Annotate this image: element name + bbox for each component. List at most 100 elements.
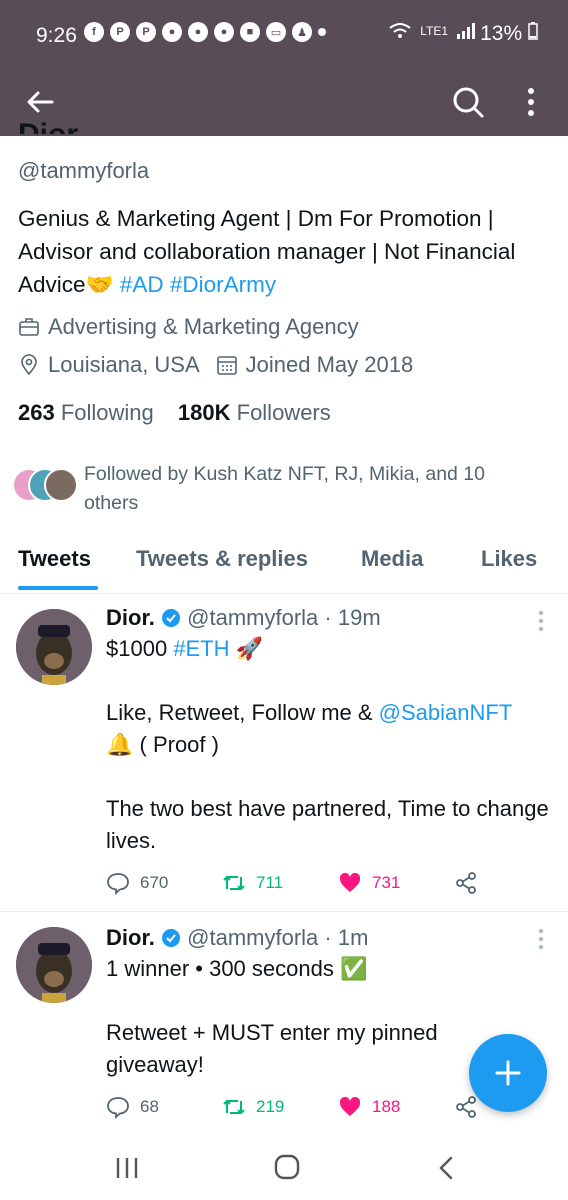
tab-likes[interactable]: Likes	[481, 546, 537, 572]
tweet-line: Retweet + MUST enter my pinned giveaway!	[106, 1020, 438, 1077]
profile-bio: Genius & Marketing Agent | Dm For Promot…	[18, 202, 538, 301]
app-icon: ♟	[292, 22, 312, 42]
hashtag-diorarmy[interactable]: #DiorArmy	[170, 272, 276, 297]
battery-percent: 13%	[480, 22, 523, 45]
profile-name-text: Dior.	[18, 122, 85, 134]
battery-level: 13%	[480, 22, 538, 46]
retweet-icon	[223, 876, 245, 890]
retweet-count: 219	[256, 1097, 285, 1116]
recent-apps-icon[interactable]	[114, 1156, 140, 1180]
compose-tweet-button[interactable]	[469, 1034, 547, 1112]
like-button[interactable]: 731	[338, 871, 454, 895]
app-icon: ●	[188, 22, 208, 42]
like-count: 731	[372, 873, 401, 892]
like-button[interactable]: 188	[338, 1095, 454, 1119]
tweet-more-icon[interactable]	[534, 927, 548, 951]
status-time: 9:26	[36, 24, 77, 47]
hashtag-eth[interactable]: #ETH	[173, 636, 229, 661]
author-handle[interactable]: @tammyforla	[187, 925, 318, 950]
hashtag-ad[interactable]: #AD	[120, 272, 164, 297]
playstation-icon: P	[136, 22, 156, 42]
share-icon	[456, 872, 476, 894]
like-count: 188	[372, 1097, 401, 1116]
following-link[interactable]: 263 Following	[18, 400, 154, 425]
reply-icon	[107, 873, 129, 895]
tweet-actions: 670 711 731	[106, 871, 568, 895]
verified-badge-icon	[162, 929, 181, 947]
author-name[interactable]: Dior.	[106, 605, 155, 630]
calendar-icon	[216, 356, 237, 375]
app-icon: ■	[240, 22, 260, 42]
followers-count: 180K	[177, 400, 231, 425]
tab-tweets[interactable]: Tweets	[18, 546, 91, 572]
notification-icons: f P P ● ● ● ■ ▭ ♟ ​	[84, 22, 326, 42]
profile-location-joined: Louisiana, USA Joined May 2018	[18, 352, 413, 378]
joined-text: Joined May 2018	[245, 352, 414, 377]
rocket-emoji: 🚀	[235, 636, 264, 661]
category-text: Advertising & Marketing Agency	[48, 314, 359, 339]
active-tab-indicator	[18, 586, 98, 590]
followed-by-text: Followed by Kush Katz NFT, RJ, Mikia, an…	[84, 463, 485, 514]
heart-icon	[339, 872, 361, 892]
tweet-header: Dior. @tammyforla · 1m	[106, 925, 368, 951]
tweet-text-part: $1000	[106, 636, 168, 661]
status-bar: 9:26 f P P ● ● ● ■ ▭ ♟ ​ LTE1 13%	[0, 0, 568, 72]
home-icon[interactable]	[274, 1154, 300, 1180]
tweet-time: · 1m	[324, 925, 369, 950]
share-icon	[456, 1096, 476, 1118]
reply-button[interactable]: 670	[106, 871, 222, 895]
handshake-emoji: 🤝	[85, 272, 114, 297]
followed-by-row[interactable]: Followed by Kush Katz NFT, RJ, Mikia, an…	[12, 460, 524, 518]
location-pin-icon	[21, 354, 37, 376]
reply-button[interactable]: 68	[106, 1095, 222, 1119]
app-icon: ●	[214, 22, 234, 42]
tab-tweets-replies[interactable]: Tweets & replies	[136, 546, 308, 572]
followers-label: Followers	[236, 400, 331, 425]
heart-icon	[339, 1096, 361, 1116]
briefcase-icon	[19, 318, 39, 336]
profile-category: Advertising & Marketing Agency	[18, 314, 359, 340]
app-icon: ●	[162, 22, 182, 42]
mention-sabiannft[interactable]: @SabianNFT	[379, 700, 513, 725]
dot-icon: ​	[318, 28, 326, 36]
facebook-icon: f	[84, 22, 104, 42]
back-arrow-icon[interactable]	[24, 86, 56, 118]
profile-tabs: Tweets Tweets & replies Media Likes	[0, 536, 568, 594]
signal-icon	[457, 23, 475, 39]
follow-counts: 263 Following 180K Followers	[18, 400, 331, 426]
author-handle[interactable]: @tammyforla	[187, 605, 318, 630]
location-text: Louisiana, USA	[48, 352, 200, 377]
nav-back-icon[interactable]	[436, 1156, 456, 1180]
tab-media[interactable]: Media	[361, 546, 423, 572]
tweet-line: 🔔 ( Proof )	[106, 732, 219, 757]
network-label: LTE1	[420, 24, 448, 38]
retweet-button[interactable]: 219	[222, 1095, 338, 1119]
avatar[interactable]	[16, 609, 92, 685]
following-count: 263	[18, 400, 55, 425]
signal-indicators: LTE1	[388, 22, 476, 40]
tweet-line: $1000 #ETH 🚀	[106, 633, 556, 665]
battery-icon	[528, 22, 538, 40]
tweet-header: Dior. @tammyforla · 19m	[106, 605, 381, 631]
share-button[interactable]	[454, 871, 568, 895]
reply-icon	[107, 1097, 129, 1119]
tweet-more-icon[interactable]	[534, 609, 548, 633]
profile-name: Dior.	[18, 122, 548, 134]
tweet-text: $1000 #ETH 🚀 Like, Retweet, Follow me & …	[106, 633, 556, 857]
profile-handle: @tammyforla	[18, 158, 150, 183]
tweet[interactable]: Dior. @tammyforla · 19m $1000 #ETH 🚀 Lik…	[0, 595, 568, 912]
more-options-icon[interactable]	[516, 84, 546, 120]
follower-avatars	[12, 468, 78, 508]
plus-icon	[495, 1060, 521, 1086]
retweet-icon	[223, 1100, 245, 1114]
following-label: Following	[60, 400, 154, 425]
avatar	[44, 468, 78, 502]
author-name[interactable]: Dior.	[106, 925, 155, 950]
followers-link[interactable]: 180K Followers	[178, 400, 331, 425]
retweet-button[interactable]: 711	[222, 871, 338, 895]
avatar[interactable]	[16, 927, 92, 1003]
reply-count: 670	[140, 873, 169, 892]
reply-count: 68	[140, 1097, 159, 1116]
tweet-text-part: Like, Retweet, Follow me &	[106, 700, 373, 725]
search-icon[interactable]	[450, 84, 486, 120]
